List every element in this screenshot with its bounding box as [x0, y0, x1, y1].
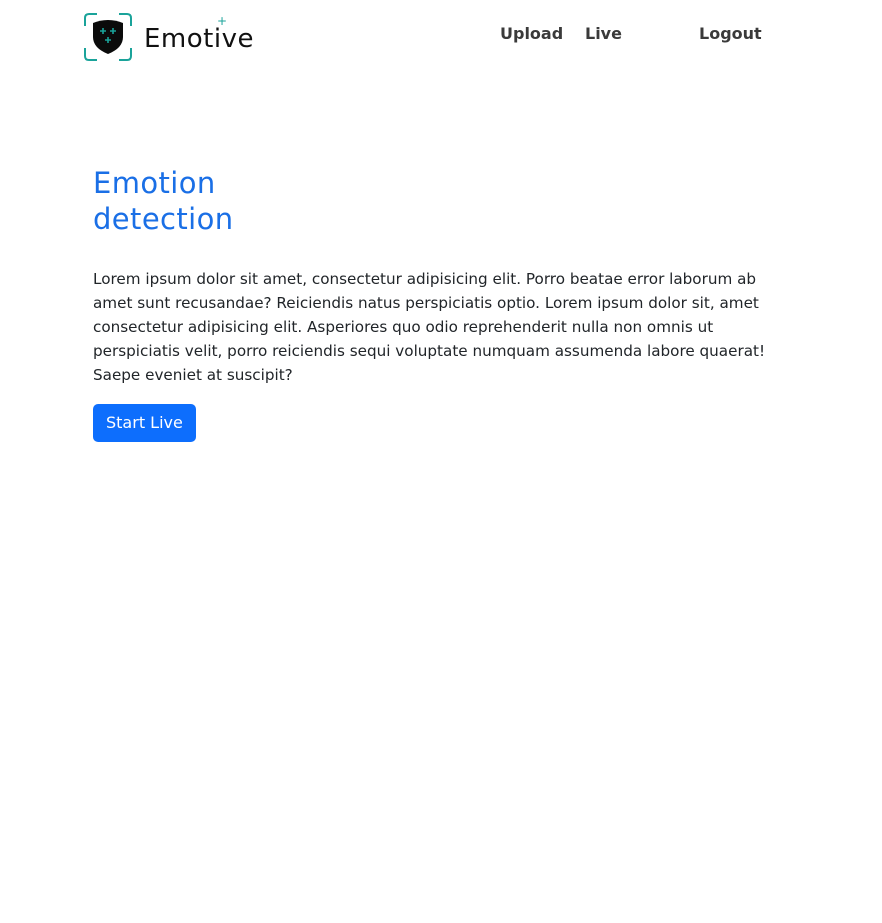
- nav-logout-link[interactable]: Logout: [699, 24, 762, 44]
- brand-logo-link[interactable]: Emotive +: [83, 12, 263, 62]
- start-live-button[interactable]: Start Live: [93, 404, 196, 442]
- nav-live-link[interactable]: Live: [585, 24, 622, 44]
- brand-name: Emotive +: [144, 15, 254, 54]
- nav-upload-link[interactable]: Upload: [500, 24, 563, 44]
- page-title: Emotion detection: [93, 166, 234, 236]
- brand-plus-mark: +: [217, 13, 228, 28]
- hero-description: Lorem ipsum dolor sit amet, consectetur …: [93, 270, 766, 384]
- shield-face-logo-icon: [84, 13, 132, 61]
- hero-section: Emotion detection Lorem ipsum dolor sit …: [93, 165, 783, 442]
- brand-name-text: Emotive: [144, 23, 254, 54]
- site-header: Emotive + Upload Live Logout: [0, 0, 882, 72]
